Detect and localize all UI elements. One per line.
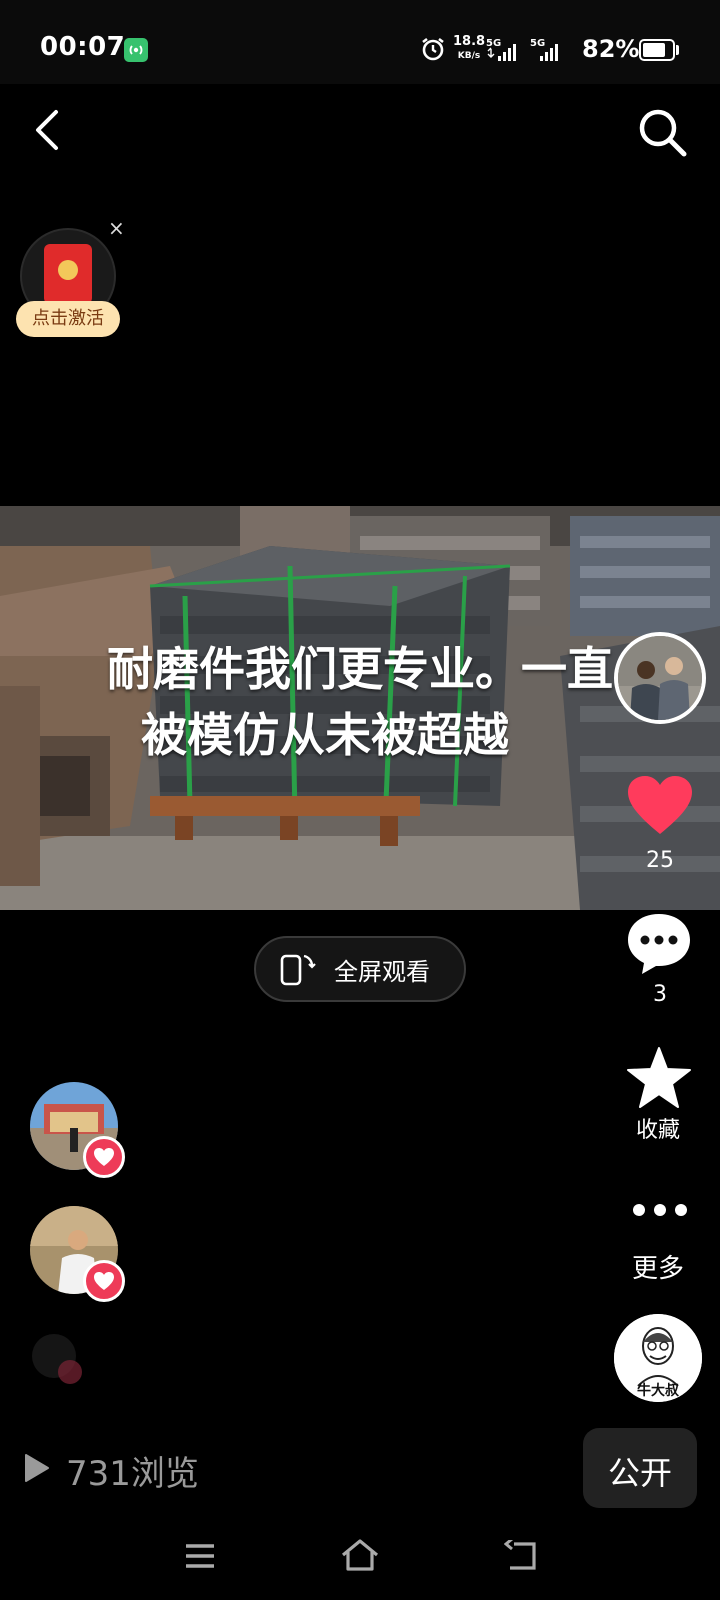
red-packet-close-button[interactable]: × — [108, 216, 125, 240]
favorite-label: 收藏 — [635, 1118, 680, 1143]
star-icon — [627, 1047, 691, 1108]
views-count: 731浏览 — [66, 1454, 199, 1494]
liker-heart-badge-faded — [58, 1360, 82, 1384]
fullscreen-label: 全屏观看 — [334, 958, 430, 986]
home-icon — [341, 1539, 379, 1571]
more-label: 更多 — [631, 1254, 684, 1284]
liker-heart-badge — [83, 1136, 125, 1178]
creator-avatar[interactable] — [614, 632, 706, 724]
hotspot-status-icon — [124, 38, 148, 62]
battery-fill — [643, 43, 666, 57]
more-button[interactable] — [632, 1202, 688, 1222]
back-button[interactable] — [24, 106, 72, 154]
battery-percent: 82% — [582, 35, 640, 63]
heart-icon — [94, 1272, 114, 1290]
red-envelope-seal — [58, 260, 78, 280]
video-frame-image — [0, 506, 720, 910]
comment-button[interactable] — [626, 912, 692, 980]
favorite-button[interactable] — [626, 1046, 692, 1114]
speech-bubble-icon — [628, 914, 690, 974]
comment-count: 3 — [653, 982, 667, 1007]
search-button[interactable] — [634, 104, 690, 160]
return-icon — [503, 1537, 536, 1570]
public-label: 公开 — [607, 1454, 672, 1492]
ellipsis-icon — [633, 1204, 687, 1216]
like-count: 25 — [646, 848, 674, 873]
battery-icon — [639, 39, 675, 61]
play-icon — [24, 1453, 50, 1487]
alarm-icon — [420, 36, 446, 66]
liker-heart-badge — [83, 1260, 125, 1302]
chevron-left-icon — [36, 110, 58, 150]
search-icon — [639, 109, 687, 157]
video-player[interactable] — [0, 506, 720, 910]
menu-icon — [186, 1544, 214, 1568]
battery-cap — [676, 45, 679, 55]
heart-icon — [628, 776, 692, 834]
network-speed-unit: KB/s — [457, 51, 481, 61]
status-time: 00:07 — [40, 32, 126, 62]
profile-avatar-text: 牛大叔 — [637, 1383, 679, 1399]
nav-back-button[interactable] — [503, 1537, 538, 1576]
nav-menu-button[interactable] — [184, 1542, 216, 1574]
rotate-phone-icon — [278, 950, 318, 990]
nav-home-button[interactable] — [340, 1538, 380, 1576]
network-speed: 18.8 KB/s — [453, 35, 485, 63]
creator-avatar-image — [618, 636, 702, 720]
network-speed-value: 18.8 — [453, 34, 486, 49]
heart-icon — [94, 1148, 114, 1166]
red-packet-activate-label[interactable]: 点击激活 — [16, 301, 120, 337]
like-button[interactable] — [628, 776, 692, 840]
